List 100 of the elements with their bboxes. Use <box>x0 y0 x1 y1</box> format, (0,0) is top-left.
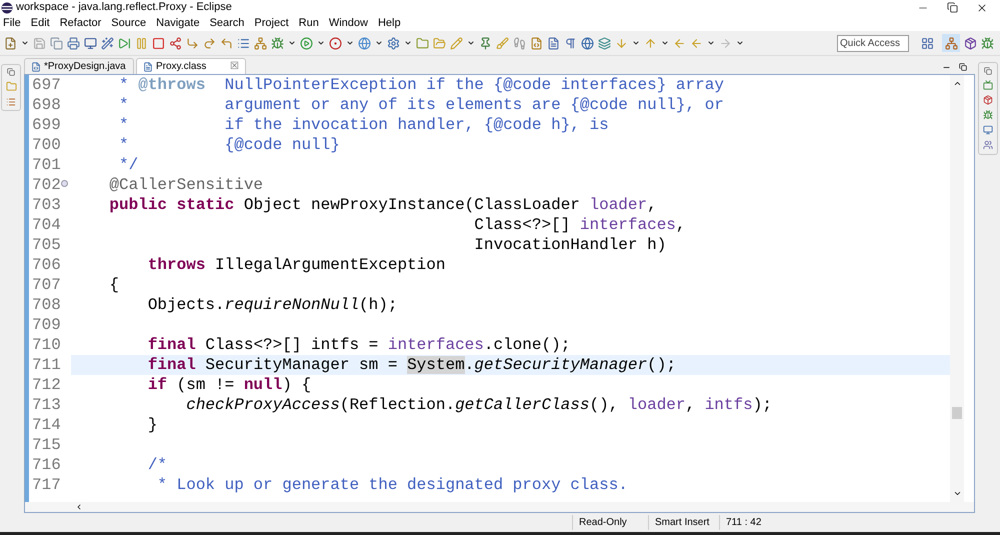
console-icon[interactable] <box>982 125 992 135</box>
dropdown-icon[interactable] <box>375 39 383 47</box>
dropdown-icon[interactable] <box>317 39 325 47</box>
stop-icon[interactable] <box>152 36 165 50</box>
line-number: 706 <box>32 255 61 275</box>
line-number: 704 <box>32 215 61 235</box>
quick-access-field[interactable]: Quick Access <box>837 34 909 52</box>
gear-icon[interactable] <box>387 36 400 50</box>
line-number: 717 <box>32 475 61 495</box>
line-number: 715 <box>32 435 61 455</box>
pilcrow-icon[interactable] <box>564 36 577 50</box>
dropdown-icon[interactable] <box>21 39 29 47</box>
tree-icon[interactable] <box>254 36 267 50</box>
status-insert-mode: Smart Insert <box>655 517 710 528</box>
line-number: 708 <box>32 295 61 315</box>
fold-icon[interactable] <box>60 180 68 187</box>
line-number: 711 <box>32 355 61 375</box>
file-icon[interactable] <box>530 36 543 50</box>
code-line: InvocationHandler h) <box>473 235 668 255</box>
code-line: @CallerSensitive <box>108 175 264 195</box>
line-number: 716 <box>32 455 61 475</box>
cursor-position: 711 : 42 <box>726 517 762 528</box>
menu-item[interactable]: Source <box>111 14 146 32</box>
line-number: 712 <box>32 375 61 395</box>
code-line: final Class<?>[] intfs = interfaces.clone(); <box>146 335 572 355</box>
code-line: throws IllegalArgumentException <box>146 255 446 275</box>
line-number: 713 <box>32 395 61 415</box>
code-line: if (sm != null) { <box>146 375 312 395</box>
code-line: * @throws NullPointerException if the {@code interfaces} array <box>118 75 725 95</box>
monitor-icon[interactable] <box>84 36 97 50</box>
new-file-icon[interactable] <box>4 36 17 50</box>
restore-icon[interactable] <box>7 68 15 76</box>
restore-icon[interactable] <box>947 2 958 13</box>
printer-icon[interactable] <box>67 36 80 50</box>
scroll-up-icon[interactable] <box>952 79 962 88</box>
line-number: 697 <box>32 75 61 95</box>
document-icon[interactable] <box>547 36 560 50</box>
menu-item[interactable]: Edit <box>30 14 50 32</box>
code-line: Class<?>[] interfaces, <box>473 215 687 235</box>
dropdown-icon[interactable] <box>288 39 296 47</box>
restore-icon[interactable] <box>959 63 967 71</box>
editor-tab[interactable]: *ProxyDesign.java <box>24 58 134 74</box>
menu-item[interactable]: Project <box>254 14 289 32</box>
scroll-down-icon[interactable] <box>952 489 962 498</box>
dropdown-icon[interactable] <box>467 39 475 47</box>
resume-icon[interactable] <box>118 36 131 50</box>
line-number: 702 <box>32 175 61 195</box>
line-number: 707 <box>32 275 61 295</box>
pin-icon[interactable] <box>479 36 492 50</box>
line-number: 698 <box>32 95 61 115</box>
class-file-icon <box>143 62 153 72</box>
code-line: * if the invocation handler, {@code h}, is <box>118 115 610 135</box>
globe-icon[interactable] <box>358 36 371 50</box>
line-number: 714 <box>32 415 61 435</box>
code-line: /* <box>146 455 168 475</box>
scrollbar-thumb[interactable] <box>952 407 962 419</box>
layers-icon[interactable] <box>598 36 611 50</box>
scroll-left-icon[interactable] <box>75 503 83 511</box>
people-icon[interactable] <box>982 140 992 150</box>
run-icon[interactable] <box>300 36 313 50</box>
bug-icon[interactable] <box>982 110 992 120</box>
code-line: public static Object newProxyInstance(ClassLoader loader, <box>108 195 658 215</box>
dropdown-icon[interactable] <box>346 39 354 47</box>
dropdown-icon[interactable] <box>632 39 640 47</box>
restore-icon[interactable] <box>984 67 992 75</box>
java-file-icon <box>31 62 41 72</box>
line-number: 700 <box>32 135 61 155</box>
line-number: 709 <box>32 315 61 335</box>
editor-tab[interactable]: Proxy.class ☒ <box>136 58 246 74</box>
code-line: Objects.requireNonNull(h); <box>146 295 398 315</box>
code-line: { <box>108 275 120 295</box>
copy-icon[interactable] <box>50 36 63 50</box>
code-line: * argument or any of its elements are {@code null}, or <box>118 95 725 115</box>
line-number: 699 <box>32 115 61 135</box>
dropdown-icon[interactable] <box>707 39 715 47</box>
line-number: 703 <box>32 195 61 215</box>
folder-icon[interactable] <box>416 36 429 50</box>
menu-item[interactable]: Search <box>210 14 244 32</box>
menu-item[interactable]: Navigate <box>156 14 200 32</box>
footprints-icon[interactable] <box>513 36 526 50</box>
dropdown-icon[interactable] <box>404 39 412 47</box>
line-number: 710 <box>32 335 61 355</box>
wand-icon[interactable] <box>101 36 114 50</box>
menu-item[interactable]: File <box>3 14 21 32</box>
menu-item[interactable]: Refactor <box>60 14 102 32</box>
line-number: 705 <box>32 235 61 255</box>
window-title: workspace - java.lang.reflect.Proxy - Eclipse <box>16 0 232 16</box>
code-line: */ <box>118 155 140 175</box>
dropdown-icon[interactable] <box>736 39 744 47</box>
status-mode: Read-Only <box>579 517 627 528</box>
code-line: * Look up or generate the designated proxy class. <box>156 475 629 495</box>
globe-icon[interactable] <box>581 36 594 50</box>
menu-item[interactable]: Run <box>298 14 319 32</box>
dropdown-icon[interactable] <box>661 39 669 47</box>
code-line: * {@code null} <box>118 135 341 155</box>
close-tab-icon[interactable]: ☒ <box>230 59 239 74</box>
menu-item[interactable]: Help <box>378 14 401 32</box>
bug-icon[interactable] <box>271 36 284 50</box>
menu-item[interactable]: Window <box>328 14 368 32</box>
list-icon[interactable] <box>237 36 250 50</box>
